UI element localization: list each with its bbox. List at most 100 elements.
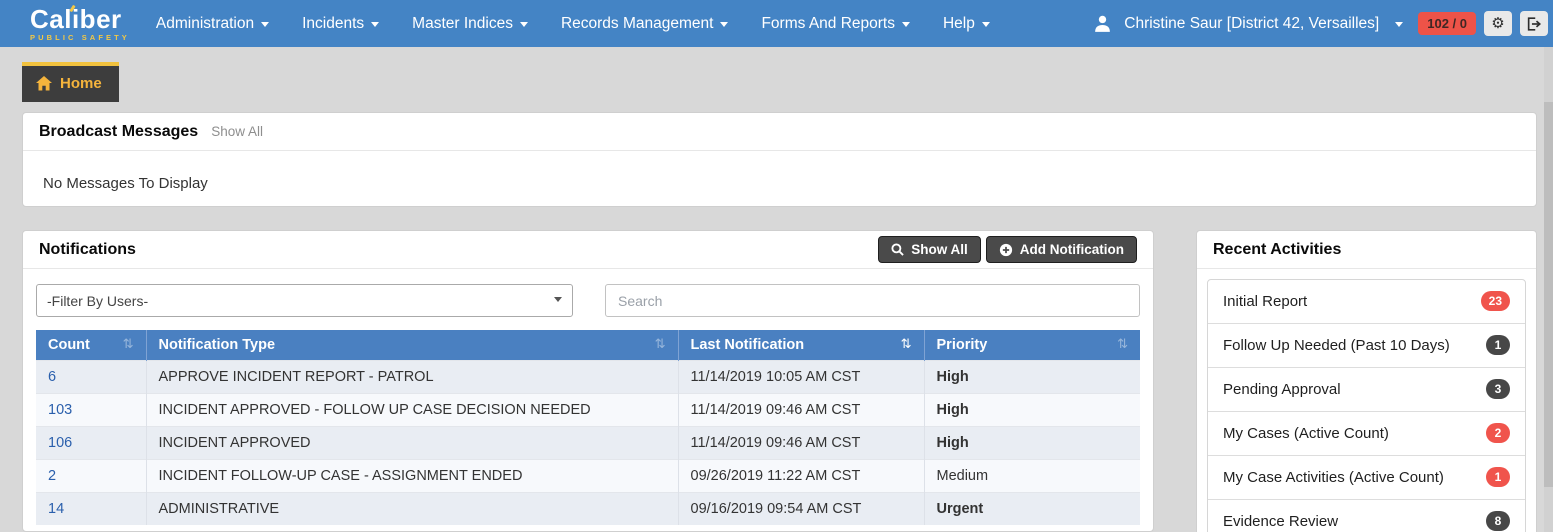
gear-icon: ⚙ (1491, 16, 1504, 31)
column-header-notification-type[interactable]: Notification Type⇅ (146, 330, 678, 361)
priority-cell: High (924, 394, 1140, 427)
activity-count-badge: 2 (1486, 423, 1510, 443)
notification-type-cell: INCIDENT APPROVED (146, 427, 678, 460)
top-navbar: Caliber PUBLIC SAFETY Administration Inc… (0, 0, 1553, 47)
notification-type-cell: ADMINISTRATIVE (146, 493, 678, 526)
notification-counter-badge[interactable]: 102 / 0 (1418, 12, 1476, 35)
chevron-down-icon (982, 22, 990, 27)
activity-label: Pending Approval (1223, 381, 1341, 398)
chevron-down-icon (902, 22, 910, 27)
activity-label: My Cases (Active Count) (1223, 425, 1389, 442)
last-notification-cell: 09/16/2019 09:54 AM CST (678, 493, 924, 526)
sort-icon-active: ⇅ (901, 337, 912, 352)
main-menu: Administration Incidents Master Indices … (156, 15, 990, 33)
chevron-down-icon (720, 22, 728, 27)
menu-label: Records Management (561, 15, 714, 33)
count-link[interactable]: 106 (48, 435, 72, 451)
notifications-actions: Show All Add Notification (878, 232, 1137, 267)
menu-label: Incidents (302, 15, 364, 33)
activity-count-badge: 23 (1481, 291, 1510, 311)
activity-item-initial-report[interactable]: Initial Report 23 (1208, 280, 1525, 323)
filter-by-users-select-wrap: -Filter By Users- (36, 284, 573, 317)
plus-circle-icon (999, 243, 1013, 257)
chevron-down-icon (261, 22, 269, 27)
filter-by-users-select[interactable]: -Filter By Users- (36, 284, 573, 317)
notifications-header: Notifications Show All Add Notification (23, 231, 1153, 269)
settings-button[interactable]: ⚙ (1484, 11, 1512, 36)
tab-home[interactable]: Home (22, 62, 119, 102)
activity-count-badge: 3 (1486, 379, 1510, 399)
menu-master-indices[interactable]: Master Indices (412, 15, 528, 33)
menu-label: Help (943, 15, 975, 33)
logout-button[interactable] (1520, 11, 1548, 36)
count-link[interactable]: 2 (48, 468, 56, 484)
priority-cell: High (924, 427, 1140, 460)
table-row: 106 INCIDENT APPROVED 11/14/2019 09:46 A… (36, 427, 1140, 460)
activity-item-my-cases[interactable]: My Cases (Active Count) 2 (1208, 411, 1525, 455)
recent-activities-panel: Recent Activities Initial Report 23 Foll… (1196, 230, 1537, 532)
menu-forms-and-reports[interactable]: Forms And Reports (761, 15, 910, 33)
column-header-last-notification[interactable]: Last Notification⇅ (678, 330, 924, 361)
activity-label: Follow Up Needed (Past 10 Days) (1223, 337, 1450, 354)
home-icon (36, 76, 52, 91)
logout-icon (1527, 17, 1541, 31)
notification-type-cell: APPROVE INCIDENT REPORT - PATROL (146, 361, 678, 394)
brand-tagline: PUBLIC SAFETY (30, 34, 130, 42)
broadcast-empty-message: No Messages To Display (23, 151, 1536, 216)
user-chevron-down-icon[interactable] (1395, 22, 1403, 27)
activity-item-evidence-review[interactable]: Evidence Review 8 (1208, 499, 1525, 532)
last-notification-cell: 11/14/2019 09:46 AM CST (678, 394, 924, 427)
caliber-logo[interactable]: Caliber PUBLIC SAFETY (30, 6, 130, 42)
count-link[interactable]: 6 (48, 369, 56, 385)
recent-activities-body: Initial Report 23 Follow Up Needed (Past… (1197, 269, 1536, 532)
column-header-count[interactable]: Count⇅ (36, 330, 146, 361)
search-input[interactable] (605, 284, 1140, 317)
activity-count-badge: 1 (1486, 335, 1510, 355)
chevron-down-icon (520, 22, 528, 27)
menu-administration[interactable]: Administration (156, 15, 269, 33)
activity-item-pending-approval[interactable]: Pending Approval 3 (1208, 367, 1525, 411)
activity-item-my-case-activities[interactable]: My Case Activities (Active Count) 1 (1208, 455, 1525, 499)
sort-icon: ⇅ (123, 337, 134, 352)
menu-help[interactable]: Help (943, 15, 990, 33)
activity-label: Evidence Review (1223, 513, 1338, 530)
last-notification-cell: 11/14/2019 09:46 AM CST (678, 427, 924, 460)
recent-activities-header: Recent Activities (1197, 231, 1536, 269)
broadcast-header: Broadcast Messages Show All (23, 113, 1536, 151)
column-header-priority[interactable]: Priority⇅ (924, 330, 1140, 361)
user-menu[interactable]: Christine Saur [District 42, Versailles] (1124, 15, 1379, 33)
activity-count-badge: 8 (1486, 511, 1510, 531)
notifications-filter-row: -Filter By Users- (23, 269, 1153, 317)
table-header-row: Count⇅ Notification Type⇅ Last Notificat… (36, 330, 1140, 361)
navbar-right: Christine Saur [District 42, Versailles]… (1093, 11, 1548, 36)
notifications-title: Notifications (39, 241, 136, 259)
brand-name: Caliber (30, 6, 130, 32)
menu-label: Administration (156, 15, 254, 33)
menu-records-management[interactable]: Records Management (561, 15, 729, 33)
activity-label: My Case Activities (Active Count) (1223, 469, 1444, 486)
activity-item-follow-up-needed[interactable]: Follow Up Needed (Past 10 Days) 1 (1208, 323, 1525, 367)
priority-cell: High (924, 361, 1140, 394)
count-link[interactable]: 103 (48, 402, 72, 418)
last-notification-cell: 11/14/2019 10:05 AM CST (678, 361, 924, 394)
table-row: 103 INCIDENT APPROVED - FOLLOW UP CASE D… (36, 394, 1140, 427)
table-row: 2 INCIDENT FOLLOW-UP CASE - ASSIGNMENT E… (36, 460, 1140, 493)
priority-cell: Urgent (924, 493, 1140, 526)
broadcast-show-all-link[interactable]: Show All (211, 124, 263, 139)
add-notification-button[interactable]: Add Notification (986, 236, 1137, 263)
vertical-scrollbar-track (1544, 47, 1553, 532)
vertical-scrollbar-thumb[interactable] (1544, 102, 1553, 487)
count-link[interactable]: 14 (48, 501, 64, 517)
show-all-button[interactable]: Show All (878, 236, 981, 263)
notification-type-cell: INCIDENT APPROVED - FOLLOW UP CASE DECIS… (146, 394, 678, 427)
broadcast-messages-panel: Broadcast Messages Show All No Messages … (22, 112, 1537, 207)
notifications-panel: Notifications Show All Add Notification … (22, 230, 1154, 532)
menu-label: Master Indices (412, 15, 513, 33)
activity-list: Initial Report 23 Follow Up Needed (Past… (1207, 279, 1526, 532)
chevron-down-icon (371, 22, 379, 27)
priority-cell: Medium (924, 460, 1140, 493)
table-row: 6 APPROVE INCIDENT REPORT - PATROL 11/14… (36, 361, 1140, 394)
menu-incidents[interactable]: Incidents (302, 15, 379, 33)
sort-icon: ⇅ (1117, 337, 1128, 352)
menu-label: Forms And Reports (761, 15, 895, 33)
